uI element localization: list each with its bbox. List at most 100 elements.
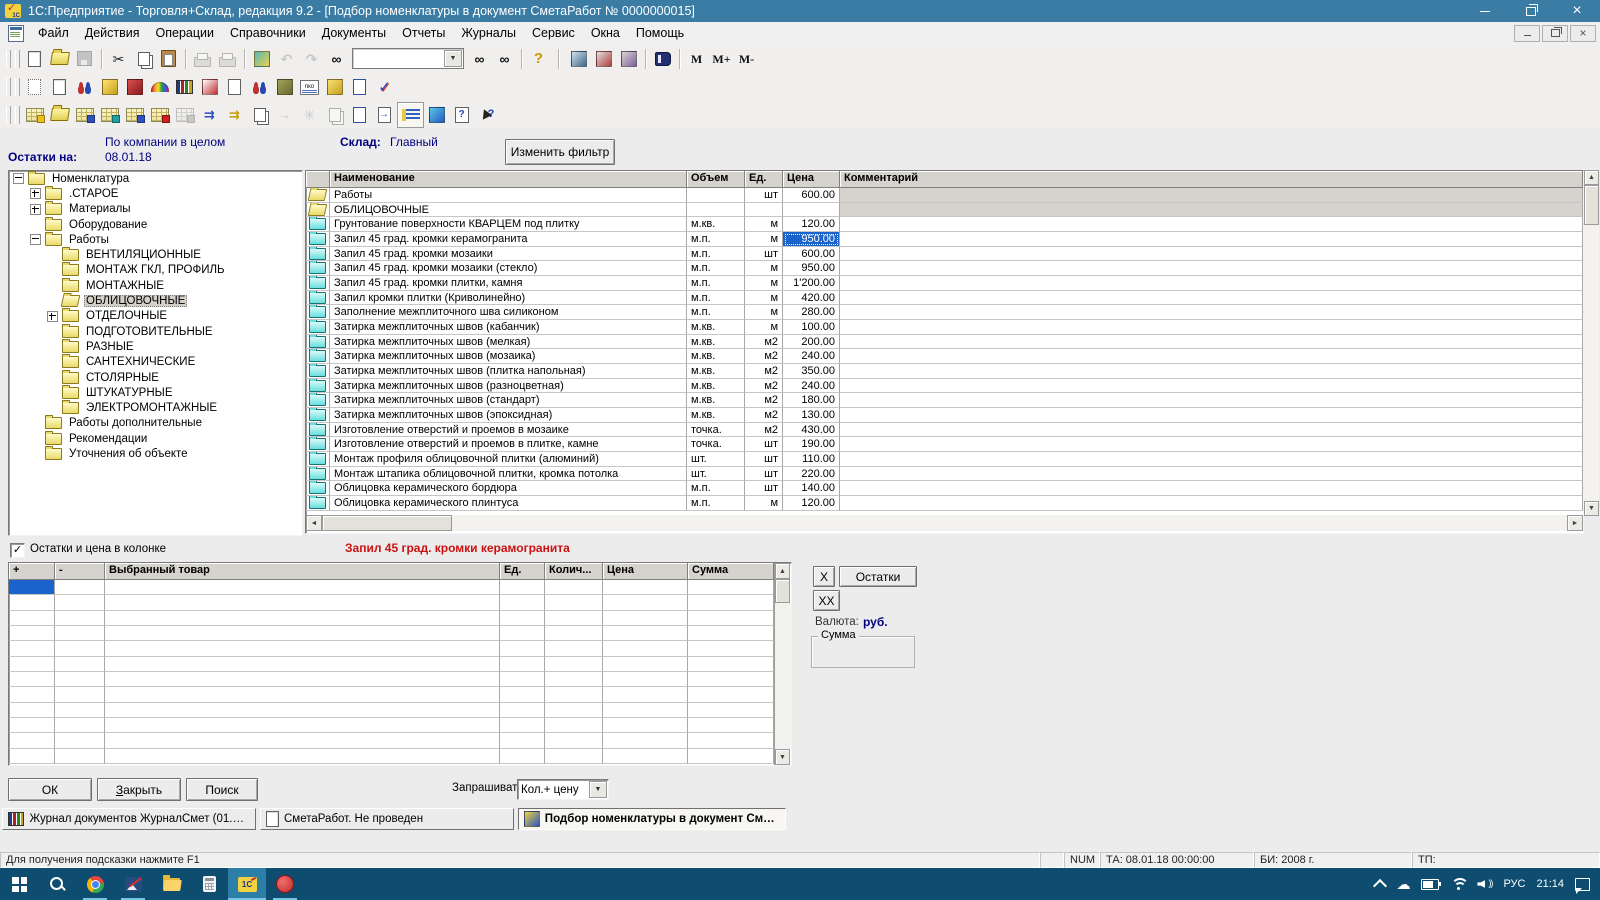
- picked-cell[interactable]: [545, 687, 603, 702]
- picked-row[interactable]: [9, 749, 774, 764]
- ask-select-arrow-icon[interactable]: ▼: [589, 781, 607, 798]
- menu-item-5[interactable]: Документы: [314, 24, 394, 42]
- rainbow-reports-button[interactable]: [147, 75, 172, 99]
- menu-item-6[interactable]: Отчеты: [394, 24, 453, 42]
- picked-row[interactable]: [9, 641, 774, 656]
- tree-item[interactable]: Уточнения об объекте: [9, 446, 302, 461]
- picked-row[interactable]: [9, 672, 774, 687]
- ask-select[interactable]: Кол.+ цену ▼: [517, 779, 609, 800]
- toolbar-grip[interactable]: [15, 50, 20, 68]
- picked-row[interactable]: [9, 718, 774, 733]
- picked-column-header[interactable]: -: [55, 563, 105, 580]
- document-list-button[interactable]: [347, 75, 372, 99]
- picked-cell[interactable]: [9, 657, 55, 672]
- price-cell[interactable]: 180.00: [783, 393, 840, 408]
- picked-cell[interactable]: [545, 733, 603, 748]
- picked-cell[interactable]: [9, 749, 55, 764]
- comment-cell[interactable]: [840, 379, 1583, 394]
- vol-cell[interactable]: точка.: [687, 437, 745, 452]
- comment-cell[interactable]: [840, 437, 1583, 452]
- vol-cell[interactable]: м.п.: [687, 232, 745, 247]
- picked-cell[interactable]: [500, 718, 545, 733]
- vol-cell[interactable]: м.кв.: [687, 408, 745, 423]
- price-cell[interactable]: 140.00: [783, 481, 840, 496]
- catalog-row[interactable]: Работышт600.00: [306, 188, 1583, 203]
- catalog-row[interactable]: Затирка межплиточных швов (плитка наполь…: [306, 364, 1583, 379]
- new-sheet-button[interactable]: [47, 75, 72, 99]
- price-cell[interactable]: 600.00: [783, 247, 840, 262]
- menu-item-1[interactable]: Файл: [30, 24, 77, 42]
- system-document-button[interactable]: [22, 75, 47, 99]
- catalog-row[interactable]: Изготовление отверстий и проемов в плитк…: [306, 437, 1583, 452]
- picked-cell[interactable]: [55, 580, 105, 595]
- comment-cell[interactable]: [840, 232, 1583, 247]
- vol-cell[interactable]: м.п.: [687, 481, 745, 496]
- picked-cell[interactable]: [500, 733, 545, 748]
- menu-item-3[interactable]: Операции: [148, 24, 222, 42]
- formula-calculator-button[interactable]: [591, 47, 616, 71]
- memory-button[interactable]: M: [684, 47, 709, 71]
- picked-cell[interactable]: [55, 595, 105, 610]
- language-indicator[interactable]: РУС: [1503, 878, 1525, 890]
- picked-cell[interactable]: [55, 703, 105, 718]
- unit-cell[interactable]: м: [745, 320, 783, 335]
- vol-cell[interactable]: м.кв.: [687, 393, 745, 408]
- toolbar-grip[interactable]: [6, 106, 11, 124]
- vol-cell[interactable]: м.кв.: [687, 379, 745, 394]
- open-group-button[interactable]: [47, 103, 72, 127]
- picked-cell[interactable]: [603, 672, 688, 687]
- picked-cell[interactable]: [105, 611, 500, 626]
- expand-icon[interactable]: [30, 204, 41, 215]
- change-filter-button[interactable]: Изменить фильтр: [505, 139, 615, 165]
- name-cell[interactable]: Запил 45 град. кромки мозаики (стекло): [330, 261, 687, 276]
- picked-cell[interactable]: [500, 749, 545, 764]
- unit-cell[interactable]: м2: [745, 364, 783, 379]
- move-row-history-button[interactable]: ⇉: [222, 103, 247, 127]
- picked-cell[interactable]: [688, 657, 774, 672]
- picked-cell[interactable]: [105, 626, 500, 641]
- catalog-row[interactable]: Грунтование поверхности КВАРЦЕМ под плит…: [306, 217, 1583, 232]
- picked-cell[interactable]: [105, 718, 500, 733]
- price-cell[interactable]: 120.00: [783, 496, 840, 511]
- picked-cell[interactable]: [105, 657, 500, 672]
- catalog-row[interactable]: Запил 45 град. кромки керамогранитам.п.м…: [306, 232, 1583, 247]
- name-cell[interactable]: Облицовка керамического плинтуса: [330, 496, 687, 511]
- minimize-button[interactable]: [1462, 0, 1508, 22]
- comment-cell[interactable]: [840, 364, 1583, 379]
- help-topic-button[interactable]: ?: [449, 103, 474, 127]
- toolbar-grip[interactable]: [6, 50, 11, 68]
- table-document-button[interactable]: [616, 47, 641, 71]
- toolbar-grip[interactable]: [15, 106, 20, 124]
- picked-cell[interactable]: [500, 641, 545, 656]
- hscroll-right-button[interactable]: ►: [1567, 515, 1583, 531]
- catalog-row[interactable]: Запил 45 град. кромки мозаики (стекло)м.…: [306, 261, 1583, 276]
- mdi-close-button[interactable]: ×: [1570, 25, 1596, 42]
- picked-cell[interactable]: [603, 611, 688, 626]
- search-combobox[interactable]: ▼: [352, 48, 464, 69]
- price-cell[interactable]: 350.00: [783, 364, 840, 379]
- catalog-row[interactable]: Заполнение межплиточного шва силикономм.…: [306, 305, 1583, 320]
- tree-item[interactable]: МОНТАЖНЫЕ: [9, 278, 302, 293]
- comment-cell[interactable]: [840, 393, 1583, 408]
- hscroll-thumb[interactable]: [322, 515, 452, 531]
- price-cell[interactable]: 420.00: [783, 291, 840, 306]
- picked-cell[interactable]: [55, 718, 105, 733]
- picked-cell[interactable]: [9, 718, 55, 733]
- unit-cell[interactable]: шт: [745, 247, 783, 262]
- price-cell[interactable]: 280.00: [783, 305, 840, 320]
- picked-row[interactable]: [9, 703, 774, 718]
- help-button[interactable]: ?: [526, 47, 551, 71]
- picked-cell[interactable]: [603, 703, 688, 718]
- expand-icon[interactable]: [30, 188, 41, 199]
- menu-item-7[interactable]: Журналы: [453, 24, 524, 42]
- picked-cell[interactable]: [603, 595, 688, 610]
- catalog-row[interactable]: Затирка межплиточных швов (мозаика)м.кв.…: [306, 349, 1583, 364]
- tree-item[interactable]: ОТДЕЛОЧНЫЕ: [9, 309, 302, 324]
- menu-item-10[interactable]: Помощь: [628, 24, 692, 42]
- price-cell[interactable]: 430.00: [783, 423, 840, 438]
- taskbar-calculator-button[interactable]: [190, 868, 228, 900]
- battery-icon[interactable]: [1421, 879, 1439, 890]
- tree-item[interactable]: СТОЛЯРНЫЕ: [9, 370, 302, 385]
- name-cell[interactable]: Запил 45 град. кромки керамогранита: [330, 232, 687, 247]
- picked-column-header[interactable]: Ед.: [500, 563, 545, 580]
